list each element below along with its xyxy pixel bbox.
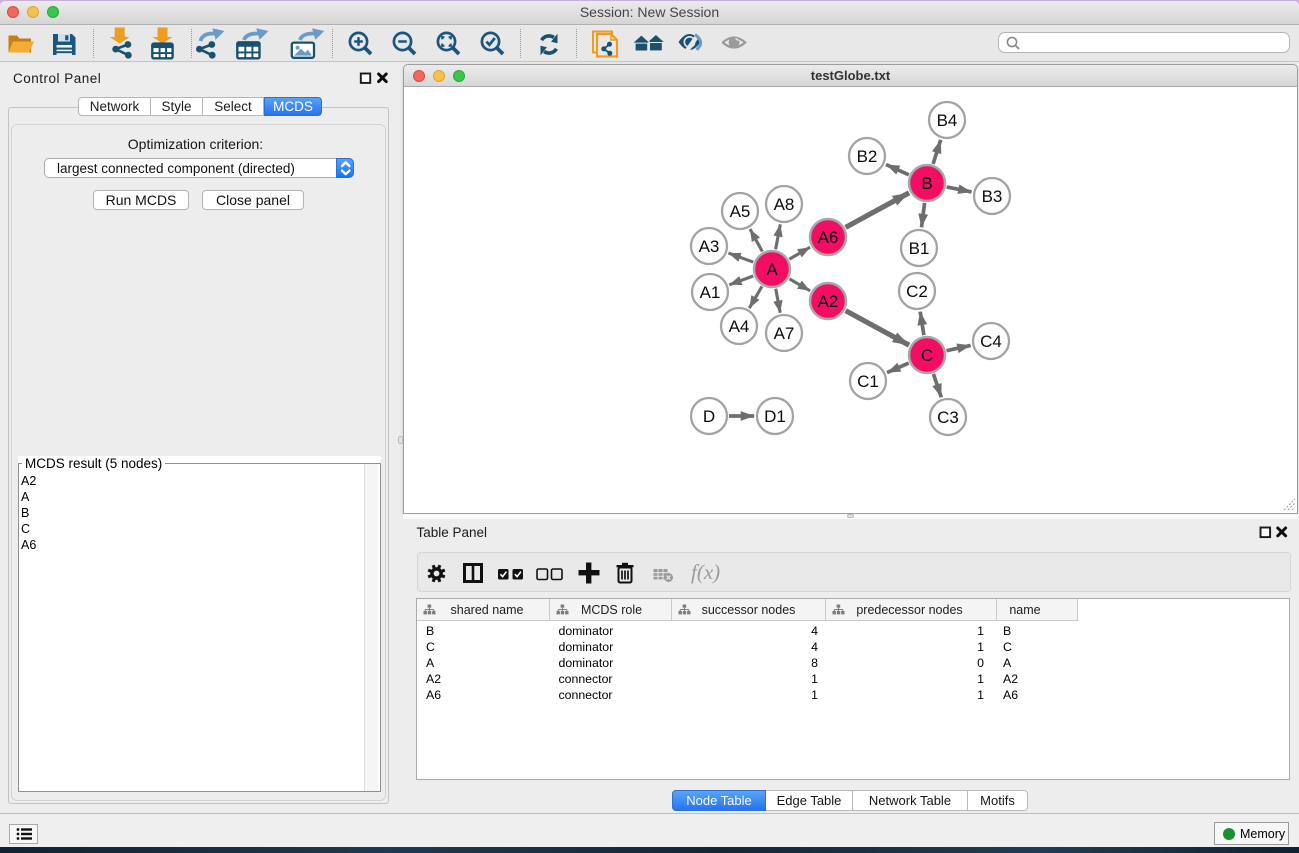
svg-text:A7: A7 xyxy=(774,324,795,343)
svg-text:A8: A8 xyxy=(774,195,795,214)
svg-text:B4: B4 xyxy=(937,111,958,130)
svg-text:C: C xyxy=(921,346,933,365)
svg-text:A: A xyxy=(766,260,778,279)
svg-text:C1: C1 xyxy=(857,372,879,391)
svg-text:A5: A5 xyxy=(730,202,751,221)
svg-text:C2: C2 xyxy=(906,282,928,301)
svg-text:A3: A3 xyxy=(699,237,720,256)
svg-text:B3: B3 xyxy=(982,187,1003,206)
svg-text:B: B xyxy=(921,174,932,193)
svg-text:A2: A2 xyxy=(818,292,839,311)
svg-text:C4: C4 xyxy=(980,332,1002,351)
svg-text:C3: C3 xyxy=(937,408,959,427)
svg-text:B2: B2 xyxy=(857,147,878,166)
svg-text:D1: D1 xyxy=(764,407,786,426)
svg-text:B1: B1 xyxy=(909,239,930,258)
svg-text:D: D xyxy=(703,407,715,426)
svg-text:A4: A4 xyxy=(729,317,750,336)
svg-text:A1: A1 xyxy=(700,283,721,302)
svg-text:A6: A6 xyxy=(818,228,839,247)
